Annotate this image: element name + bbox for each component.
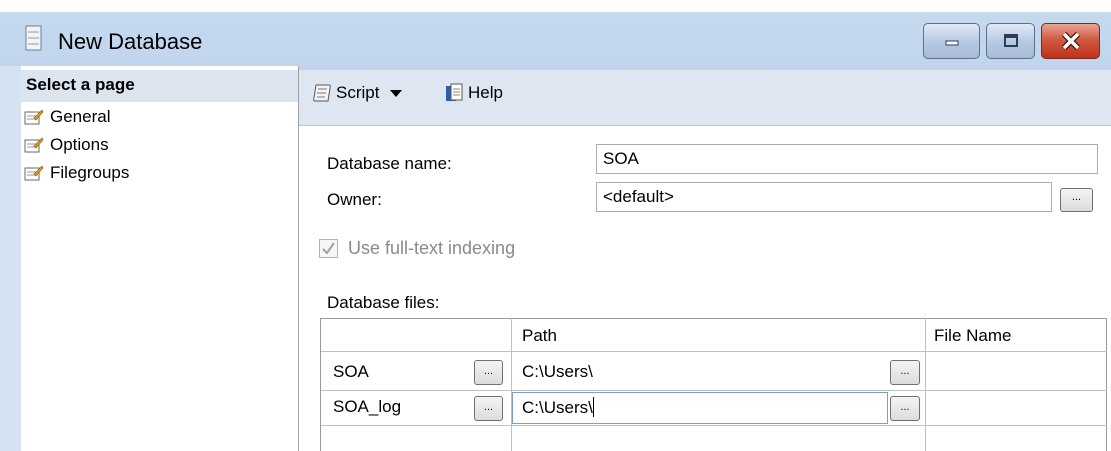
logical-name-cell[interactable]: SOA (333, 362, 369, 382)
database-files-label: Database files: (327, 293, 440, 312)
sidebar-item-options[interactable]: Options (24, 133, 109, 157)
checkmark-icon (322, 242, 335, 255)
script-label: Script (336, 83, 380, 102)
page-properties-icon (24, 137, 44, 153)
column-header-file-name[interactable]: File Name (934, 326, 1011, 346)
path-browse-button[interactable]: ... (890, 396, 920, 421)
help-label: Help (468, 83, 503, 102)
select-page-header: Select a page (21, 70, 298, 102)
grid-column-divider (511, 318, 512, 451)
maximize-icon (1003, 34, 1018, 47)
path-edit-value: C:\Users\ (522, 398, 593, 417)
title-bar-top-strip (0, 0, 1111, 12)
fulltext-label: Use full-text indexing (348, 238, 516, 258)
sidebar-item-filegroups[interactable]: Filegroups (24, 161, 129, 185)
owner-label: Owner: (327, 190, 382, 209)
toolbar (299, 70, 1111, 126)
dropdown-arrow-icon[interactable] (385, 87, 407, 99)
grid-row-divider (321, 425, 1107, 426)
owner-field[interactable]: <default> (596, 182, 1052, 212)
maximize-button[interactable] (986, 23, 1035, 59)
script-icon (313, 84, 331, 102)
help-button[interactable]: Help (444, 80, 503, 106)
logical-name-cell[interactable]: SOA_log (333, 397, 401, 417)
path-cell[interactable]: C:\Users\ (522, 362, 593, 382)
database-icon (25, 25, 42, 51)
text-caret (592, 397, 594, 417)
row-options-button[interactable]: ... (474, 396, 503, 421)
fulltext-checkbox[interactable] (319, 239, 338, 258)
grid-column-divider (925, 318, 926, 451)
database-name-label: Database name: (327, 154, 452, 173)
page-properties-icon (24, 165, 44, 181)
sidebar-item-label: Filegroups (50, 163, 130, 182)
window-frame-edge (0, 66, 21, 451)
close-button[interactable] (1041, 23, 1100, 59)
database-name-field[interactable]: SOA (596, 144, 1098, 174)
column-header-path[interactable]: Path (522, 326, 557, 346)
page-properties-icon (24, 109, 44, 125)
help-icon (446, 83, 463, 101)
row-options-button[interactable]: ... (474, 360, 503, 385)
script-button[interactable]: Script (312, 80, 407, 106)
sidebar-item-general[interactable]: General (24, 105, 111, 129)
minimize-button[interactable] (923, 23, 980, 59)
grid-header-divider (321, 351, 1107, 352)
close-icon (1061, 31, 1080, 51)
window-title: New Database (58, 29, 203, 54)
path-edit-field[interactable]: C:\Users\ (512, 392, 888, 424)
sidebar-item-label: Options (50, 135, 109, 154)
owner-browse-button[interactable]: ... (1060, 188, 1093, 212)
minimize-icon (945, 40, 958, 46)
grid-row-divider (321, 390, 1107, 391)
path-browse-button[interactable]: ... (890, 360, 920, 385)
sidebar-item-label: General (50, 107, 111, 127)
